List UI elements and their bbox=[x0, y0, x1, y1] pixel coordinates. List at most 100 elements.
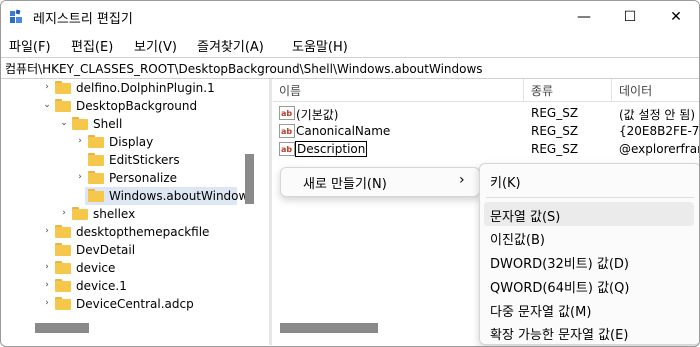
tree-item-desktopthemepackfile[interactable]: › desktopthemepackfile bbox=[5, 223, 267, 241]
string-value-icon: ab bbox=[279, 124, 295, 138]
pane-splitter[interactable] bbox=[269, 79, 272, 345]
maximize-button[interactable]: ☐ bbox=[607, 1, 653, 33]
tree-item-label: device.1 bbox=[76, 279, 127, 293]
address-bar[interactable]: 컴퓨터\HKEY_CLASSES_ROOT\DesktopBackground\… bbox=[1, 57, 699, 79]
value-row-default[interactable]: ab (기본값) REG_SZ (값 설정 안 됨) bbox=[273, 104, 699, 122]
tree-item-label: Windows.aboutWindows bbox=[109, 189, 255, 203]
tree-item-device[interactable]: › device bbox=[5, 259, 267, 277]
value-name: Description bbox=[294, 141, 368, 157]
minimize-button[interactable]: — bbox=[561, 1, 607, 33]
chevron-right-icon[interactable]: › bbox=[59, 208, 69, 218]
tree-item-label: device bbox=[76, 261, 116, 275]
tree-vertical-scrollbar[interactable] bbox=[245, 154, 254, 204]
tree-item-device-1[interactable]: › device.1 bbox=[5, 277, 267, 295]
chevron-right-icon[interactable]: › bbox=[42, 280, 52, 290]
menu-separator bbox=[486, 197, 694, 198]
tree-item-shellex[interactable]: › shellex bbox=[5, 205, 267, 223]
registry-editor-window: 레지스트리 편집기 — ☐ ✕ 파일(F) 편집(E) 보기(V) 즐겨찾기(A… bbox=[0, 0, 700, 347]
menu-help[interactable]: 도움말(H) bbox=[292, 36, 348, 55]
folder-icon bbox=[55, 99, 71, 112]
context-menu: 새로 만들기(N) › bbox=[280, 167, 480, 197]
tree-item-devdetail[interactable]: DevDetail bbox=[5, 241, 267, 259]
tree-item-windows-aboutwindows[interactable]: Windows.aboutWindows bbox=[85, 187, 255, 205]
title-bar: 레지스트리 편집기 — ☐ ✕ bbox=[1, 1, 699, 33]
new-submenu: 키(K) 문자열 값(S) 이진값(B) DWORD(32비트) 값(D) QW… bbox=[479, 163, 699, 345]
column-header-name[interactable]: 이름 bbox=[279, 82, 301, 99]
value-row-description[interactable]: ab Description REG_SZ @explorerfram bbox=[273, 140, 699, 158]
menu-bar: 파일(F) 편집(E) 보기(V) 즐겨찾기(A) 도움말(H) bbox=[1, 33, 699, 55]
menu-edit[interactable]: 편집(E) bbox=[71, 36, 113, 55]
submenu-dword-value[interactable]: DWORD(32비트) 값(D) bbox=[490, 253, 629, 272]
folder-icon bbox=[55, 225, 71, 238]
svg-text:ab: ab bbox=[281, 145, 292, 154]
folder-icon bbox=[55, 297, 71, 310]
column-header-data[interactable]: 데이터 bbox=[619, 82, 652, 99]
tree-item-devicecentral[interactable]: › DeviceCentral.adcp bbox=[5, 295, 267, 313]
tree-item-label: DesktopBackground bbox=[76, 99, 198, 113]
submenu-string-value[interactable]: 문자열 값(S) bbox=[490, 206, 560, 225]
submenu-multistring-value[interactable]: 다중 문자열 값(M) bbox=[490, 301, 591, 320]
column-header-type[interactable]: 종류 bbox=[531, 82, 553, 99]
tree-item-editstickers[interactable]: EditStickers bbox=[5, 151, 267, 169]
tree-item-display[interactable]: › Display bbox=[5, 133, 267, 151]
chevron-right-icon[interactable]: › bbox=[42, 262, 52, 272]
key-tree: › delfino.DolphinPlugin.1 ⌄ DesktopBackg… bbox=[5, 79, 267, 315]
tree-item-personalize[interactable]: › Personalize bbox=[5, 169, 267, 187]
submenu-binary-value[interactable]: 이진값(B) bbox=[490, 229, 545, 248]
value-type: REG_SZ bbox=[531, 142, 579, 156]
chevron-right-icon[interactable]: › bbox=[75, 136, 85, 146]
tree-item-delfino[interactable]: › delfino.DolphinPlugin.1 bbox=[5, 79, 267, 97]
folder-icon bbox=[55, 81, 71, 94]
folder-icon bbox=[88, 189, 104, 202]
submenu-qword-value[interactable]: QWORD(64비트) 값(Q) bbox=[490, 277, 629, 296]
folder-icon bbox=[88, 153, 104, 166]
folder-icon bbox=[72, 117, 88, 130]
folder-icon bbox=[55, 243, 71, 256]
tree-item-label: Personalize bbox=[109, 171, 178, 185]
tree-item-label: shellex bbox=[93, 207, 136, 221]
value-row-canonicalname[interactable]: ab CanonicalName REG_SZ {20E8B2FE-756 bbox=[273, 122, 699, 140]
folder-icon bbox=[88, 135, 104, 148]
tree-item-shell[interactable]: ⌄ Shell bbox=[5, 115, 267, 133]
folder-icon bbox=[88, 171, 104, 184]
tree-item-label: EditStickers bbox=[109, 153, 180, 167]
tree-item-label: Shell bbox=[93, 117, 123, 131]
close-button[interactable]: ✕ bbox=[653, 1, 699, 33]
tree-horizontal-scrollbar[interactable] bbox=[35, 323, 89, 333]
column-divider[interactable] bbox=[611, 79, 612, 101]
tree-item-label: desktopthemepackfile bbox=[76, 225, 210, 239]
svg-text:ab: ab bbox=[281, 109, 292, 118]
chevron-down-icon[interactable]: ⌄ bbox=[42, 100, 52, 110]
value-data: (값 설정 안 됨) bbox=[619, 108, 696, 122]
value-type: REG_SZ bbox=[531, 124, 579, 138]
tree-item-label: delfino.DolphinPlugin.1 bbox=[76, 81, 215, 95]
chevron-right-icon[interactable]: › bbox=[42, 298, 52, 308]
folder-icon bbox=[55, 261, 71, 274]
chevron-right-icon[interactable]: › bbox=[42, 82, 52, 92]
tree-item-desktopbackground[interactable]: ⌄ DesktopBackground bbox=[5, 97, 267, 115]
chevron-right-icon[interactable]: › bbox=[42, 226, 52, 236]
value-data: @explorerfram bbox=[619, 142, 699, 156]
string-value-icon: ab bbox=[279, 142, 295, 156]
window-title: 레지스트리 편집기 bbox=[33, 12, 133, 27]
submenu-key[interactable]: 키(K) bbox=[490, 172, 521, 191]
chevron-right-icon[interactable]: › bbox=[75, 172, 85, 182]
registry-editor-icon bbox=[10, 9, 22, 23]
values-horizontal-scrollbar[interactable] bbox=[280, 323, 378, 333]
address-path[interactable]: 컴퓨터\HKEY_CLASSES_ROOT\DesktopBackground\… bbox=[5, 60, 483, 77]
submenu-expandable-string-value[interactable]: 확장 가능한 문자열 값(E) bbox=[490, 324, 628, 343]
tree-item-label: Display bbox=[109, 135, 154, 149]
value-name: CanonicalName bbox=[296, 124, 391, 138]
value-name: (기본값) bbox=[296, 108, 339, 122]
tree-item-label: DeviceCentral.adcp bbox=[76, 297, 194, 311]
tree-item-label: DevDetail bbox=[76, 243, 136, 257]
menu-view[interactable]: 보기(V) bbox=[134, 36, 177, 55]
svg-text:ab: ab bbox=[281, 127, 292, 136]
chevron-down-icon[interactable]: ⌄ bbox=[59, 118, 69, 128]
context-menu-new[interactable]: 새로 만들기(N) bbox=[303, 173, 387, 192]
menu-file[interactable]: 파일(F) bbox=[9, 36, 51, 55]
menu-favorites[interactable]: 즐겨찾기(A) bbox=[197, 36, 264, 55]
string-value-icon: ab bbox=[279, 106, 295, 120]
column-divider[interactable] bbox=[523, 79, 524, 101]
value-type: REG_SZ bbox=[531, 106, 579, 120]
